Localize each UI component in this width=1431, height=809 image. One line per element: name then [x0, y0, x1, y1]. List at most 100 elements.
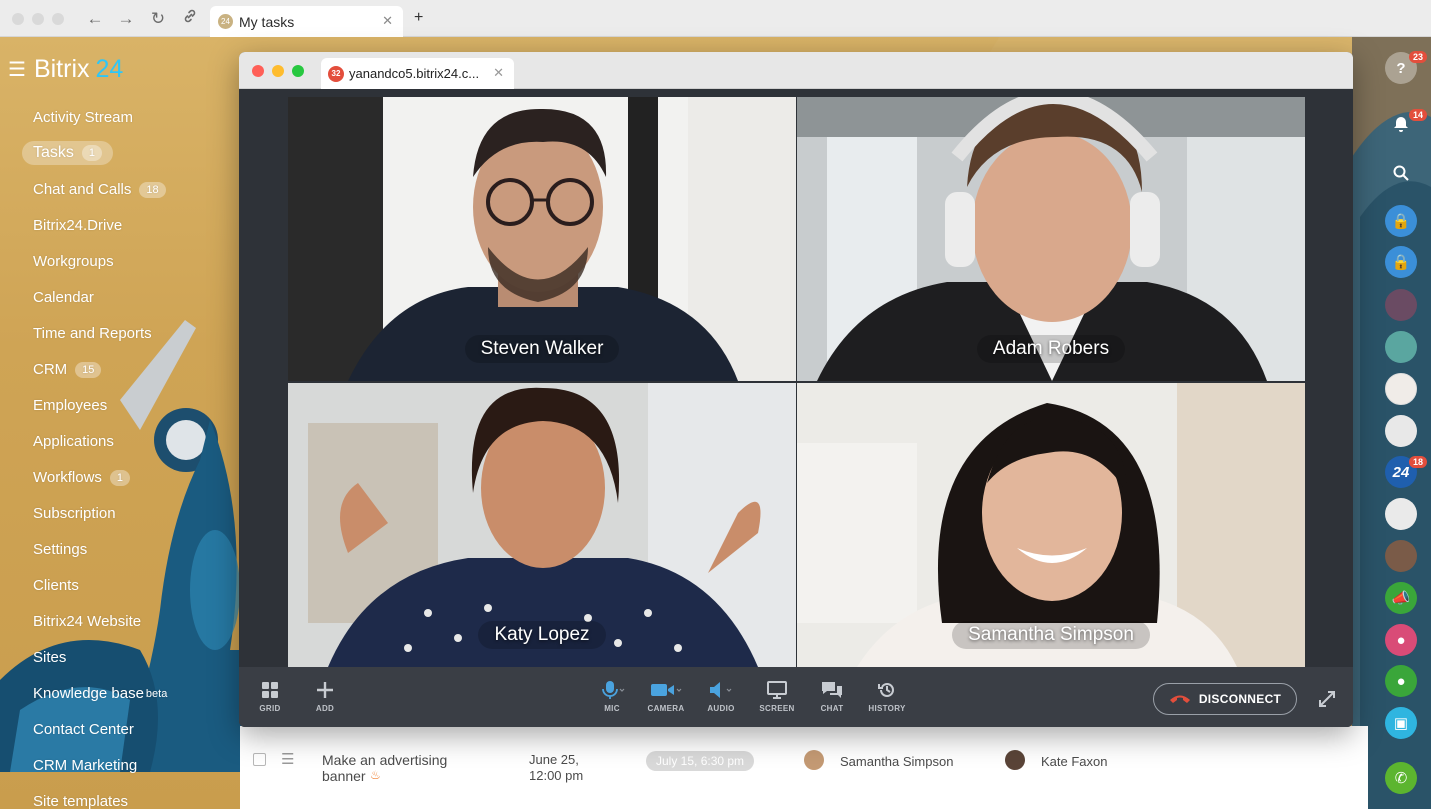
deadline-badge[interactable]: July 15, 6:30 pm: [646, 751, 755, 771]
window-minimize-dot[interactable]: [32, 13, 44, 25]
fullscreen-icon[interactable]: [1317, 689, 1337, 709]
sidebar-item-subscription[interactable]: Subscription: [33, 505, 116, 522]
camera-icon: [644, 679, 688, 701]
grid-icon: [248, 679, 292, 701]
responsible-name[interactable]: Samantha Simpson: [840, 754, 953, 769]
sidebar-item-chat-and-calls[interactable]: Chat and Calls 18: [33, 181, 166, 198]
sidebar-item-site-templates[interactable]: Site templates: [33, 793, 128, 809]
lock-icon[interactable]: 🔒: [1385, 246, 1417, 278]
bitrix24-logo[interactable]: ☰ Bitrix 24: [8, 55, 123, 84]
minimize-window-dot[interactable]: [272, 65, 284, 77]
created-time: 12:00 pm: [529, 768, 584, 783]
sidebar-item-label: Workflows: [33, 469, 102, 486]
phone-icon[interactable]: ✆: [1385, 762, 1417, 794]
avatar[interactable]: [1385, 540, 1417, 572]
sidebar-item-settings[interactable]: Settings: [33, 541, 87, 558]
chat-label: CHAT: [820, 704, 844, 713]
chat-button[interactable]: CHAT: [810, 679, 854, 713]
audio-button[interactable]: AUDIO: [699, 679, 743, 713]
sidebar-item-label: Bitrix24 Website: [33, 613, 142, 630]
camera-button[interactable]: CAMERA: [644, 679, 688, 713]
sidebar-item-bitrix24-drive[interactable]: Bitrix24.Drive: [33, 217, 122, 234]
window-close-dot[interactable]: [12, 13, 24, 25]
counter-badge: 15: [75, 361, 102, 378]
megaphone-icon[interactable]: 📣: [1385, 582, 1417, 614]
tab-call[interactable]: 32 yanandco5.bitrix24.c... ✕: [321, 58, 514, 89]
window-maximize-dot[interactable]: [52, 13, 64, 25]
user-icon[interactable]: ●: [1385, 665, 1417, 697]
call-window-titlebar: 32 yanandco5.bitrix24.c... ✕: [239, 52, 1353, 89]
sidebar-item-crm[interactable]: CRM 15: [33, 361, 102, 378]
chat-icon: [810, 679, 854, 701]
sidebar-item-label: Chat and Calls: [33, 181, 132, 198]
sidebar-item-crm-marketing[interactable]: CRM Marketing: [33, 757, 137, 774]
counter-badge: 1: [109, 469, 131, 486]
tab-title: yanandco5.bitrix24.c...: [349, 66, 480, 81]
sidebar-item-bitrix24-website[interactable]: Bitrix24 Website: [33, 613, 141, 630]
sidebar-item-calendar[interactable]: Calendar: [33, 289, 94, 306]
participant-name: Adam Robers: [976, 335, 1126, 363]
disconnect-label: DISCONNECT: [1198, 692, 1282, 706]
notifications-badge: 14: [1409, 109, 1428, 121]
tab-my-tasks[interactable]: 24 My tasks ✕: [210, 6, 403, 37]
sidebar-item-label: Workgroups: [33, 253, 114, 270]
task-title-line1[interactable]: Make an advertising: [322, 752, 447, 768]
disconnect-button[interactable]: DISCONNECT: [1153, 683, 1297, 715]
video-tile-samantha-simpson[interactable]: Samantha Simpson: [797, 383, 1305, 667]
row-checkbox[interactable]: [253, 753, 266, 766]
grid-button[interactable]: GRID: [248, 679, 292, 713]
screen-share-button[interactable]: SCREEN: [755, 679, 799, 713]
sidebar-item-clients[interactable]: Clients: [33, 577, 79, 594]
avatar[interactable]: [1385, 373, 1417, 405]
sidebar-item-contact-center[interactable]: Contact Center: [33, 721, 134, 738]
screen-icon: [755, 679, 799, 701]
sidebar-item-tasks[interactable]: Tasks 1: [22, 141, 114, 165]
call-controls-bar: GRID ADD MIC CAMERA AUDIO SCREEN CHAT HI…: [239, 667, 1353, 727]
task-title-line2[interactable]: banner: [322, 768, 366, 784]
sidebar-item-knowledge-base[interactable]: Knowledge base beta: [33, 685, 167, 702]
lock-icon[interactable]: 🔒: [1385, 205, 1417, 237]
close-window-dot[interactable]: [252, 65, 264, 77]
history-button[interactable]: HISTORY: [865, 679, 909, 713]
mic-label: MIC: [604, 704, 620, 713]
search-icon[interactable]: [1385, 157, 1417, 189]
sidebar-item-workflows[interactable]: Workflows 1: [33, 469, 131, 486]
row-menu-icon[interactable]: ☰: [281, 750, 294, 768]
close-tab-icon[interactable]: ✕: [382, 13, 393, 29]
sidebar-item-sites[interactable]: Sites: [33, 649, 66, 666]
video-tile-steven-walker[interactable]: Steven Walker: [288, 97, 796, 381]
reload-icon[interactable]: ↻: [147, 8, 169, 30]
avatar[interactable]: [1385, 498, 1417, 530]
menu-hamburger-icon[interactable]: ☰: [8, 57, 26, 82]
maximize-window-dot[interactable]: [292, 65, 304, 77]
mic-button[interactable]: MIC: [590, 679, 634, 713]
sidebar-item-employees[interactable]: Employees: [33, 397, 107, 414]
video-tile-adam-robers[interactable]: Adam Robers: [797, 97, 1305, 381]
document-icon[interactable]: ▣: [1385, 707, 1417, 739]
participant-name: Samantha Simpson: [952, 621, 1150, 649]
speaker-icon: [699, 679, 743, 701]
table-row[interactable]: ☰ Make an advertising banner ♨ June 25, …: [240, 726, 1368, 809]
sidebar-item-label: Bitrix24.Drive: [33, 217, 123, 234]
link-icon[interactable]: [179, 8, 201, 30]
tab-title: My tasks: [239, 13, 295, 30]
hang-up-icon: [1169, 695, 1190, 703]
sidebar-item-label: Site templates: [33, 793, 129, 809]
user-icon[interactable]: ●: [1385, 624, 1417, 656]
sidebar-item-time-and-reports[interactable]: Time and Reports: [33, 325, 152, 342]
creator-name[interactable]: Kate Faxon: [1041, 754, 1108, 769]
add-participant-button[interactable]: ADD: [303, 679, 347, 713]
back-arrow-icon[interactable]: ←: [84, 8, 106, 30]
new-tab-button[interactable]: +: [414, 9, 423, 27]
avatar[interactable]: [1385, 289, 1417, 321]
logo-number: 24: [95, 55, 124, 83]
sidebar-item-workgroups[interactable]: Workgroups: [33, 253, 114, 270]
avatar[interactable]: [1385, 331, 1417, 363]
video-tile-katy-lopez[interactable]: Katy Lopez: [288, 383, 796, 667]
sidebar-item-applications[interactable]: Applications: [33, 433, 114, 450]
avatar[interactable]: [1385, 415, 1417, 447]
microphone-icon: [590, 679, 634, 701]
sidebar-item-activity-stream[interactable]: Activity Stream: [33, 109, 133, 126]
close-tab-icon[interactable]: ✕: [493, 65, 504, 81]
forward-arrow-icon[interactable]: →: [115, 8, 137, 30]
